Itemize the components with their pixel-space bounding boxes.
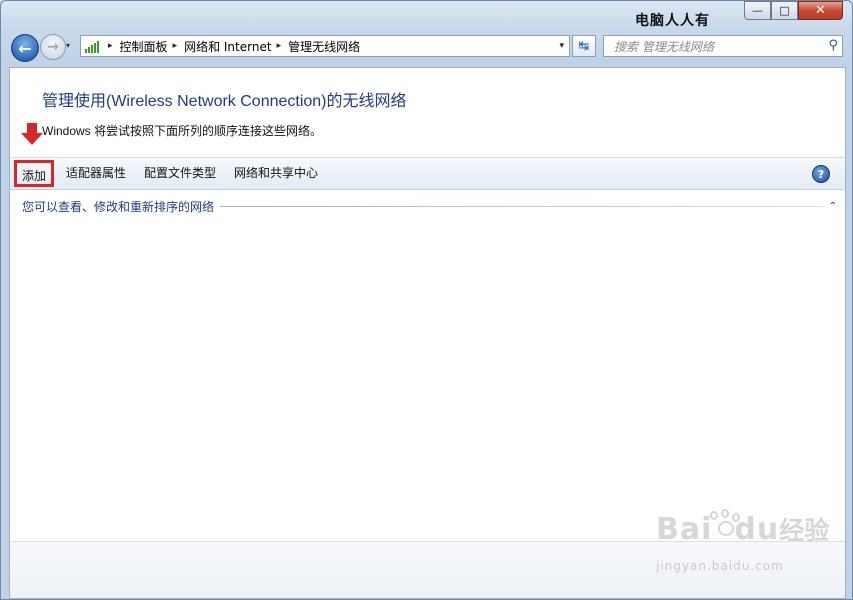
arrow-right-icon: → bbox=[47, 39, 59, 55]
profile-types-button[interactable]: 配置文件类型 bbox=[135, 158, 225, 189]
network-group-header[interactable]: 您可以查看、修改和重新排序的网络 ⌃ bbox=[22, 198, 837, 215]
address-dropdown-icon[interactable]: ▾ bbox=[559, 41, 564, 51]
page-description: Windows 将尝试按照下面所列的顺序连接这些网络。 bbox=[42, 124, 323, 138]
breadcrumb-separator-icon[interactable]: ▸ bbox=[277, 41, 282, 51]
help-icon[interactable]: ? bbox=[812, 165, 830, 183]
collapse-chevron-icon[interactable]: ⌃ bbox=[829, 201, 837, 212]
arrow-left-icon: ← bbox=[18, 38, 32, 58]
group-divider bbox=[220, 206, 823, 207]
back-button[interactable]: ← bbox=[11, 34, 39, 62]
refresh-icon: ↹ bbox=[578, 38, 590, 54]
window: 电脑人人有 — □ ✕ ← → ▾ ▸ 控制面板 ▸ 网络和 Internet … bbox=[0, 0, 853, 600]
search-input[interactable] bbox=[612, 37, 821, 57]
close-button[interactable]: ✕ bbox=[798, 1, 843, 20]
group-label: 您可以查看、修改和重新排序的网络 bbox=[22, 200, 215, 214]
caption-buttons: — □ ✕ bbox=[744, 1, 843, 20]
breadcrumb-separator-icon[interactable]: ▸ bbox=[108, 41, 113, 51]
refresh-button[interactable]: ↹ bbox=[572, 35, 596, 57]
forward-button[interactable]: → bbox=[40, 34, 66, 60]
baidu-paw-icon bbox=[704, 509, 744, 537]
page-title: 管理使用(Wireless Network Connection)的无线网络 bbox=[42, 93, 407, 110]
search-icon[interactable]: ⚲ bbox=[828, 38, 838, 53]
recent-pages-dropdown[interactable]: ▾ bbox=[66, 41, 70, 50]
adapter-properties-button[interactable]: 适配器属性 bbox=[57, 158, 135, 189]
search-box[interactable]: ⚲ bbox=[603, 35, 843, 57]
network-sharing-center-button[interactable]: 网络和共享中心 bbox=[225, 158, 327, 189]
breadcrumb-separator-icon[interactable]: ▸ bbox=[173, 41, 178, 51]
window-title: 电脑人人有 bbox=[635, 13, 710, 29]
watermark-url: jingyan.baidu.com bbox=[656, 559, 784, 573]
network-icon bbox=[85, 40, 99, 53]
watermark-brand-cn: 经验 bbox=[779, 516, 830, 545]
command-bar: 添加 适配器属性 配置文件类型 网络和共享中心 ? bbox=[10, 157, 845, 190]
breadcrumb-control-panel[interactable]: 控制面板 bbox=[120, 38, 168, 55]
minimize-button[interactable]: — bbox=[744, 1, 771, 20]
breadcrumb-network-internet[interactable]: 网络和 Internet bbox=[184, 38, 271, 55]
breadcrumb-manage-wireless[interactable]: 管理无线网络 bbox=[288, 38, 360, 55]
maximize-button[interactable]: □ bbox=[771, 1, 798, 20]
address-bar[interactable]: ▸ 控制面板 ▸ 网络和 Internet ▸ 管理无线网络 ▾ bbox=[80, 35, 570, 57]
add-button[interactable]: 添加 bbox=[14, 160, 55, 187]
